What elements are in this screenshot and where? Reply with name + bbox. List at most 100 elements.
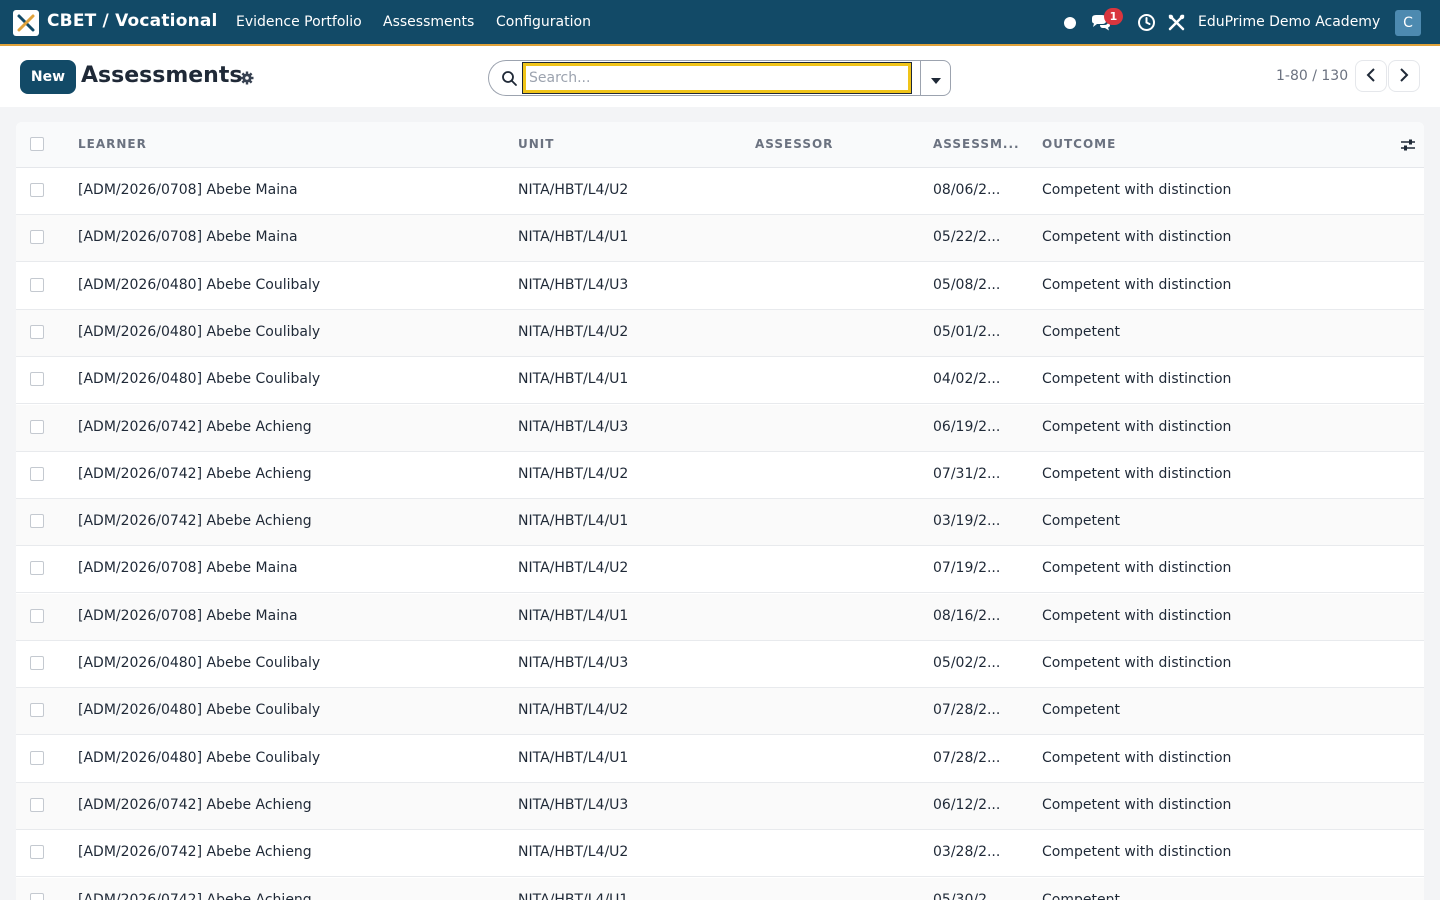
- company-switcher[interactable]: EduPrime Demo Academy: [1198, 14, 1380, 30]
- app-brand[interactable]: CBET / Vocational: [47, 11, 218, 31]
- table-row[interactable]: [ADM/2026/0708] Abebe Maina NITA/HBT/L4/U…: [16, 215, 1424, 263]
- cell-assessment-date: 05/01/2...: [933, 323, 1001, 340]
- row-checkbox[interactable]: [30, 277, 44, 292]
- user-avatar[interactable]: C: [1395, 10, 1421, 36]
- cell-outcome: Competent with distinction: [1042, 371, 1232, 388]
- chat-badge: 1: [1104, 8, 1123, 25]
- table-row[interactable]: [ADM/2026/0742] Abebe Achieng NITA/HBT/L4…: [16, 782, 1424, 830]
- row-checkbox[interactable]: [30, 324, 44, 339]
- row-checkbox[interactable]: [30, 797, 44, 812]
- search-options-toggle[interactable]: [920, 60, 951, 96]
- cell-assessment-date: 04/02/2...: [933, 371, 1001, 388]
- pager-next-button[interactable]: [1388, 60, 1420, 92]
- gear-icon[interactable]: [240, 70, 254, 85]
- row-checkbox[interactable]: [30, 230, 44, 245]
- pager-previous-button[interactable]: [1355, 60, 1387, 92]
- column-header-assessment-date[interactable]: ASSESSM...: [933, 137, 1020, 151]
- pager-value[interactable]: 1-80 / 130: [1276, 68, 1348, 84]
- row-checkbox[interactable]: [30, 419, 44, 434]
- new-button[interactable]: New: [20, 60, 76, 94]
- control-panel: New Assessments 1-80 / 130: [0, 46, 1440, 107]
- app-menu-icon[interactable]: [13, 10, 39, 36]
- row-checkbox[interactable]: [30, 750, 44, 765]
- cell-learner: [ADM/2026/0480] Abebe Coulibaly: [78, 276, 321, 293]
- cell-unit: NITA/HBT/L4/U1: [518, 371, 629, 388]
- table-row[interactable]: [ADM/2026/0742] Abebe Achieng NITA/HBT/L4…: [16, 499, 1424, 547]
- row-checkbox[interactable]: [30, 372, 44, 387]
- cell-learner: [ADM/2026/0742] Abebe Achieng: [78, 465, 312, 482]
- cell-assessment-date: 07/19/2...: [933, 560, 1001, 577]
- cell-unit: NITA/HBT/L4/U2: [518, 323, 629, 340]
- column-header-learner[interactable]: LEARNER: [78, 137, 147, 151]
- cell-outcome: Competent with distinction: [1042, 655, 1232, 671]
- table-row[interactable]: [ADM/2026/0480] Abebe Coulibaly NITA/HBT/…: [16, 688, 1424, 736]
- tools-icon[interactable]: [1167, 13, 1186, 32]
- cell-outcome: Competent with distinction: [1042, 182, 1232, 198]
- table-row[interactable]: [ADM/2026/0742] Abebe Achieng NITA/HBT/L4…: [16, 451, 1424, 499]
- cell-unit: NITA/HBT/L4/U3: [518, 276, 629, 293]
- cell-learner: [ADM/2026/0480] Abebe Coulibaly: [78, 371, 321, 388]
- column-header-unit[interactable]: UNIT: [518, 137, 554, 151]
- row-checkbox[interactable]: [30, 608, 44, 623]
- presence-status-icon[interactable]: [1064, 17, 1076, 29]
- select-all-checkbox[interactable]: [30, 137, 44, 151]
- row-checkbox[interactable]: [30, 561, 44, 576]
- cell-learner: [ADM/2026/0708] Abebe Maina: [78, 182, 298, 198]
- table-row[interactable]: [ADM/2026/0480] Abebe Coulibaly NITA/HBT/…: [16, 262, 1424, 310]
- cell-assessment-date: 06/12/2...: [933, 796, 1001, 813]
- cell-assessment-date: 07/28/2...: [933, 702, 1001, 719]
- cell-unit: NITA/HBT/L4/U2: [518, 702, 629, 719]
- cell-unit: NITA/HBT/L4/U2: [518, 465, 629, 482]
- cell-outcome: Competent: [1042, 513, 1120, 530]
- table-row[interactable]: [ADM/2026/0708] Abebe Maina NITA/HBT/L4/U…: [16, 593, 1424, 641]
- cell-outcome: Competent with distinction: [1042, 607, 1232, 624]
- menu-evidence-portfolio[interactable]: Evidence Portfolio: [236, 14, 362, 30]
- activity-clock-icon[interactable]: [1137, 13, 1156, 32]
- row-checkbox[interactable]: [30, 466, 44, 481]
- caret-down-icon: [930, 69, 941, 88]
- cell-unit: NITA/HBT/L4/U2: [518, 560, 629, 577]
- column-header-outcome[interactable]: OUTCOME: [1042, 137, 1116, 151]
- row-checkbox[interactable]: [30, 703, 44, 718]
- row-checkbox[interactable]: [30, 845, 44, 860]
- menu-assessments[interactable]: Assessments: [383, 14, 474, 30]
- table-row[interactable]: [ADM/2026/0742] Abebe Achieng NITA/HBT/L4…: [16, 404, 1424, 452]
- cell-assessment-date: 08/16/2...: [933, 607, 1001, 624]
- column-header-assessor[interactable]: ASSESSOR: [755, 137, 833, 151]
- cell-assessment-date: 07/28/2...: [933, 749, 1001, 766]
- search-input[interactable]: [522, 62, 912, 94]
- table-row[interactable]: [ADM/2026/0742] Abebe Achieng NITA/HBT/L4…: [16, 877, 1424, 900]
- cell-unit: NITA/HBT/L4/U1: [518, 749, 629, 766]
- cell-learner: [ADM/2026/0742] Abebe Achieng: [78, 513, 312, 530]
- cell-unit: NITA/HBT/L4/U1: [518, 607, 629, 624]
- cell-outcome: Competent with distinction: [1042, 465, 1232, 482]
- table-row[interactable]: [ADM/2026/0480] Abebe Coulibaly NITA/HBT/…: [16, 357, 1424, 405]
- cell-unit: NITA/HBT/L4/U2: [518, 182, 629, 198]
- cell-learner: [ADM/2026/0480] Abebe Coulibaly: [78, 702, 321, 719]
- cell-assessment-date: 07/31/2...: [933, 465, 1001, 482]
- cell-outcome: Competent with distinction: [1042, 844, 1232, 861]
- cell-learner: [ADM/2026/0708] Abebe Maina: [78, 560, 298, 577]
- cell-outcome: Competent with distinction: [1042, 276, 1232, 293]
- row-checkbox[interactable]: [30, 892, 44, 900]
- table-row[interactable]: [ADM/2026/0480] Abebe Coulibaly NITA/HBT/…: [16, 641, 1424, 688]
- row-checkbox[interactable]: [30, 514, 44, 529]
- row-checkbox[interactable]: [30, 656, 44, 670]
- optional-columns-icon[interactable]: [1400, 137, 1416, 153]
- row-checkbox[interactable]: [30, 183, 44, 197]
- chevron-left-icon: [1366, 67, 1376, 86]
- table-row[interactable]: [ADM/2026/0708] Abebe Maina NITA/HBT/L4/U…: [16, 546, 1424, 594]
- cell-unit: NITA/HBT/L4/U1: [518, 513, 629, 530]
- table-row[interactable]: [ADM/2026/0708] Abebe Maina NITA/HBT/L4/U…: [16, 168, 1424, 215]
- menu-configuration[interactable]: Configuration: [496, 14, 591, 30]
- cell-assessment-date: 05/02/2...: [933, 655, 1001, 671]
- top-navbar: CBET / Vocational Evidence Portfolio Ass…: [0, 0, 1440, 46]
- cell-assessment-date: 06/19/2...: [933, 418, 1001, 435]
- assessments-list-table: LEARNER UNIT ASSESSOR ASSESSM... OUTCOME…: [16, 122, 1424, 900]
- table-row[interactable]: [ADM/2026/0480] Abebe Coulibaly NITA/HBT/…: [16, 309, 1424, 357]
- cell-outcome: Competent with distinction: [1042, 418, 1232, 435]
- cell-outcome: Competent with distinction: [1042, 229, 1232, 246]
- cell-unit: NITA/HBT/L4/U3: [518, 418, 629, 435]
- table-row[interactable]: [ADM/2026/0480] Abebe Coulibaly NITA/HBT/…: [16, 735, 1424, 783]
- table-row[interactable]: [ADM/2026/0742] Abebe Achieng NITA/HBT/L4…: [16, 830, 1424, 878]
